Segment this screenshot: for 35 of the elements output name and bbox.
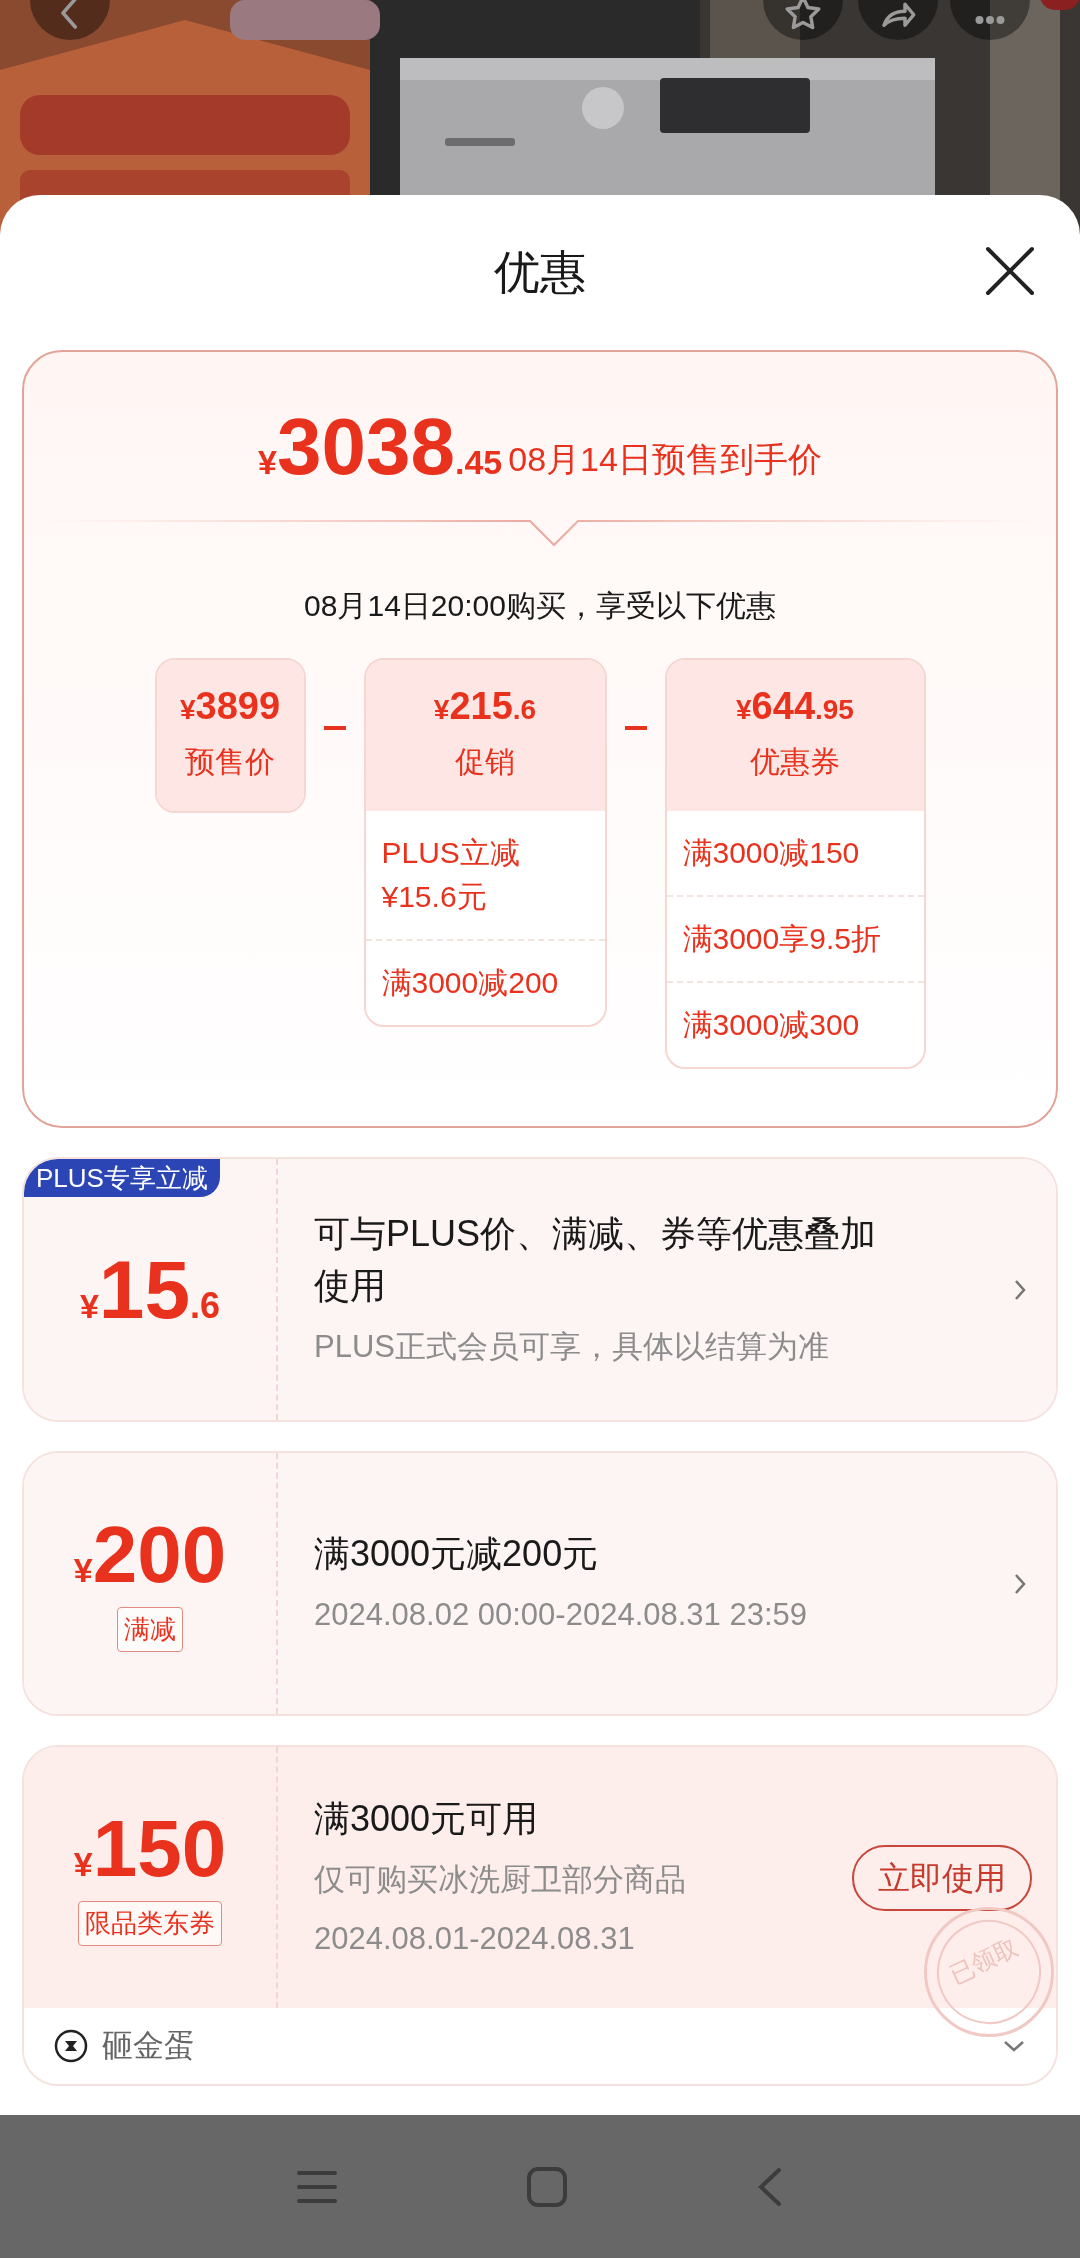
promo-label: 砸金蛋 (102, 2026, 196, 2065)
discount-detail: 满3000享9.5折 (666, 895, 924, 981)
offer-card[interactable]: ¥200 满减 满3000元减200元 2024.08.02 00:00-2024.08.31 23:59 (22, 1451, 1058, 1716)
offer-description: 2024.08.02 00:00-2024.08.31 23:59 (314, 1596, 808, 1635)
offer-card[interactable]: ¥15.6 可与PLUS价、满减、券等优惠叠加使用 PLUS正式会员可享，具体以结算为准 PLUS专享立减 (22, 1157, 1058, 1422)
discount-detail: 满3000减150 (681, 835, 861, 871)
plus-badge: PLUS专享立减 (24, 1159, 220, 1197)
offer-description: 2024.08.01-2024.08.31 (314, 1919, 636, 1958)
minus-icon (624, 726, 647, 730)
offer-tag: 限品类东券 (78, 1901, 222, 1946)
final-price: ¥3038.45 (258, 407, 503, 487)
breakdown-amount: ¥215.6 (433, 687, 537, 725)
breakdown-label: 促销 (455, 744, 515, 780)
offer-tag: 满减 (117, 1607, 183, 1652)
offer-description: PLUS正式会员可享，具体以结算为准 (314, 1328, 830, 1367)
sheet-title: 优惠 (494, 245, 586, 300)
offer-amount: ¥200 (73, 1515, 227, 1595)
minus-icon (323, 726, 346, 730)
coin-icon (54, 2029, 88, 2063)
offer-title: 可与PLUS价、满减、券等优惠叠加使用 (314, 1212, 878, 1309)
discount-detail: 满3000减200 (365, 939, 605, 1025)
offer-description: 仅可购买冰洗厨卫部分商品 (314, 1861, 687, 1899)
purchase-note: 08月14日20:00购买，享受以下优惠 (304, 588, 776, 624)
breakdown-label: 预售价 (185, 744, 275, 780)
price-label: 08月14日预售到手价 (508, 439, 822, 480)
offer-amount: ¥15.6 (79, 1248, 221, 1331)
offer-title: 满3000元可用 (314, 1797, 540, 1841)
breakdown-label: 优惠券 (750, 744, 840, 780)
breakdown-amount: ¥644.95 (736, 687, 854, 725)
use-now-button[interactable]: 立即使用 (852, 1844, 1032, 1911)
offer-title: 满3000元减200元 (314, 1532, 600, 1577)
offer-amount: ¥150 (73, 1809, 227, 1889)
discount-detail: 满3000减300 (666, 981, 924, 1067)
discount-detail: PLUS立减 ¥15.6元 (380, 835, 521, 915)
breakdown-amount: ¥3899 (179, 687, 281, 725)
